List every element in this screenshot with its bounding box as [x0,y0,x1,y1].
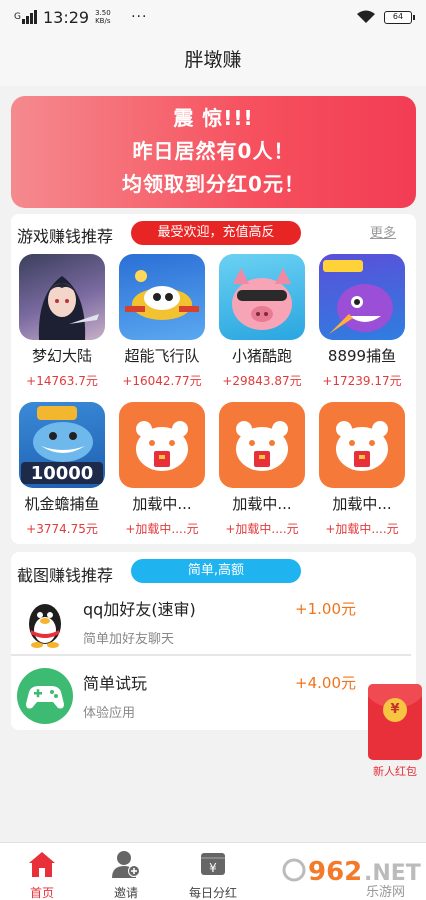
screenshot-tasks-section: 截图赚钱推荐 简单,高额 qq加好友(速审) 简单加好友聊天 +1.00元 简单… [11,552,416,730]
game-card[interactable]: 加载中... +加载中....元 [114,402,210,537]
tab-invite[interactable]: 邀请 [86,849,166,900]
pig-icon [219,254,305,340]
banner-line-3: 均领取到分红0元！ [122,172,305,196]
game-name: 加载中... [132,495,192,513]
network-speed: 3.50 KB/s [95,9,111,25]
game-name: 加载中... [332,495,392,513]
game-name: 机金蟾捕鱼 [24,495,100,513]
game-reward: +17239.17元 [322,374,402,388]
banner-line-1: 震 惊!!! [173,106,254,130]
task-subtitle: 体验应用 [83,706,136,721]
svg-text:962: 962 [308,857,362,887]
svg-text:10000: 10000 [31,463,94,484]
qq-penguin-icon [17,594,73,650]
tab-daily-dividend[interactable]: ¥ 每日分红 [173,849,253,900]
hamster-placeholder-icon [319,402,405,488]
dividend-banner[interactable]: 震 惊!!! 昨日居然有0人！ 均领取到分红0元！ [11,96,416,208]
fishing-monster-icon [319,254,405,340]
task-reward: +1.00元 [295,600,356,618]
red-packet-icon: ¥ [368,684,422,760]
wifi-icon [357,10,375,23]
red-packet-label: 新人红包 [373,765,417,778]
more-link[interactable]: 更多 [370,222,396,241]
shots-section-title: 截图赚钱推荐 [17,566,114,585]
game-reward: +29843.87元 [222,374,302,388]
game-card[interactable]: 梦幻大陆 +14763.7元 [14,254,110,389]
game-name: 加载中... [232,495,292,513]
task-title: qq加好友(速审) [83,600,196,619]
svg-text:.NET: .NET [364,861,421,886]
tab-label: 邀请 [113,886,138,900]
divider [11,654,411,656]
game-name: 小猪酷跑 [231,347,292,365]
game-card[interactable]: 加载中... +加载中....元 [314,402,410,537]
status-bar: G 13:29 3.50 KB/s ··· 64 [0,0,426,34]
home-icon [27,849,57,879]
task-subtitle: 简单加好友聊天 [83,632,175,647]
game-reward: +加载中....元 [225,522,299,536]
games-badge: 最受欢迎，充值高反 [131,221,301,245]
game-reward: +16042.77元 [122,374,202,388]
game-card[interactable]: 10000 机金蟾捕鱼 +3774.75元 [14,402,110,537]
game-reward: +14763.7元 [26,374,98,388]
app-title: 胖墩赚 [0,34,426,86]
tab-label: 每日分红 [188,886,237,900]
game-card[interactable]: 超能飞行队 +16042.77元 [114,254,210,389]
game-card[interactable]: 8899捕鱼 +17239.17元 [314,254,410,389]
red-packet-coin: ¥ [383,698,407,722]
tab-home[interactable]: 首页 [2,849,82,900]
svg-text:乐游网: 乐游网 [366,885,405,898]
game-reward: +加载中....元 [325,522,399,536]
site-watermark-logo: 962 .NET 乐游网 [282,850,422,900]
flying-team-icon [119,254,205,340]
shark-10000-icon: 10000 [19,402,105,488]
battery-icon: 64 [384,10,415,24]
fantasy-girl-icon [19,254,105,340]
carrier-label: G [14,12,21,22]
hamster-placeholder-icon [119,402,205,488]
wallet-yen-icon: ¥ [198,849,228,879]
task-row[interactable]: qq加好友(速审) 简单加好友聊天 +1.00元 [11,588,416,656]
game-reward: +3774.75元 [26,522,98,536]
game-reward: +加载中....元 [125,522,199,536]
gamepad-icon [17,668,73,724]
games-section-title: 游戏赚钱推荐 [17,227,114,246]
status-time: 13:29 [42,7,90,27]
svg-text:¥: ¥ [209,861,217,875]
more-notifications-icon: ··· [131,9,148,25]
task-row[interactable]: 简单试玩 体验应用 +4.00元 [11,662,416,728]
new-user-red-packet[interactable]: ¥ 新人红包 [368,684,422,778]
game-card[interactable]: 小猪酷跑 +29843.87元 [214,254,310,389]
shots-badge: 简单,高额 [131,559,301,583]
signal-icon [21,10,37,24]
hamster-placeholder-icon [219,402,305,488]
banner-line-2: 昨日居然有0人！ [132,139,295,163]
task-title: 简单试玩 [83,674,148,693]
games-section: 游戏赚钱推荐 最受欢迎，充值高反 更多 梦幻大陆 +14763.7元 超能飞行队… [11,214,416,544]
game-name: 8899捕鱼 [327,347,397,365]
game-name: 梦幻大陆 [31,347,92,365]
task-reward: +4.00元 [295,674,356,692]
tab-label: 首页 [29,886,54,900]
game-card[interactable]: 加载中... +加载中....元 [214,402,310,537]
game-name: 超能飞行队 [124,347,200,365]
invite-user-icon [111,849,141,879]
